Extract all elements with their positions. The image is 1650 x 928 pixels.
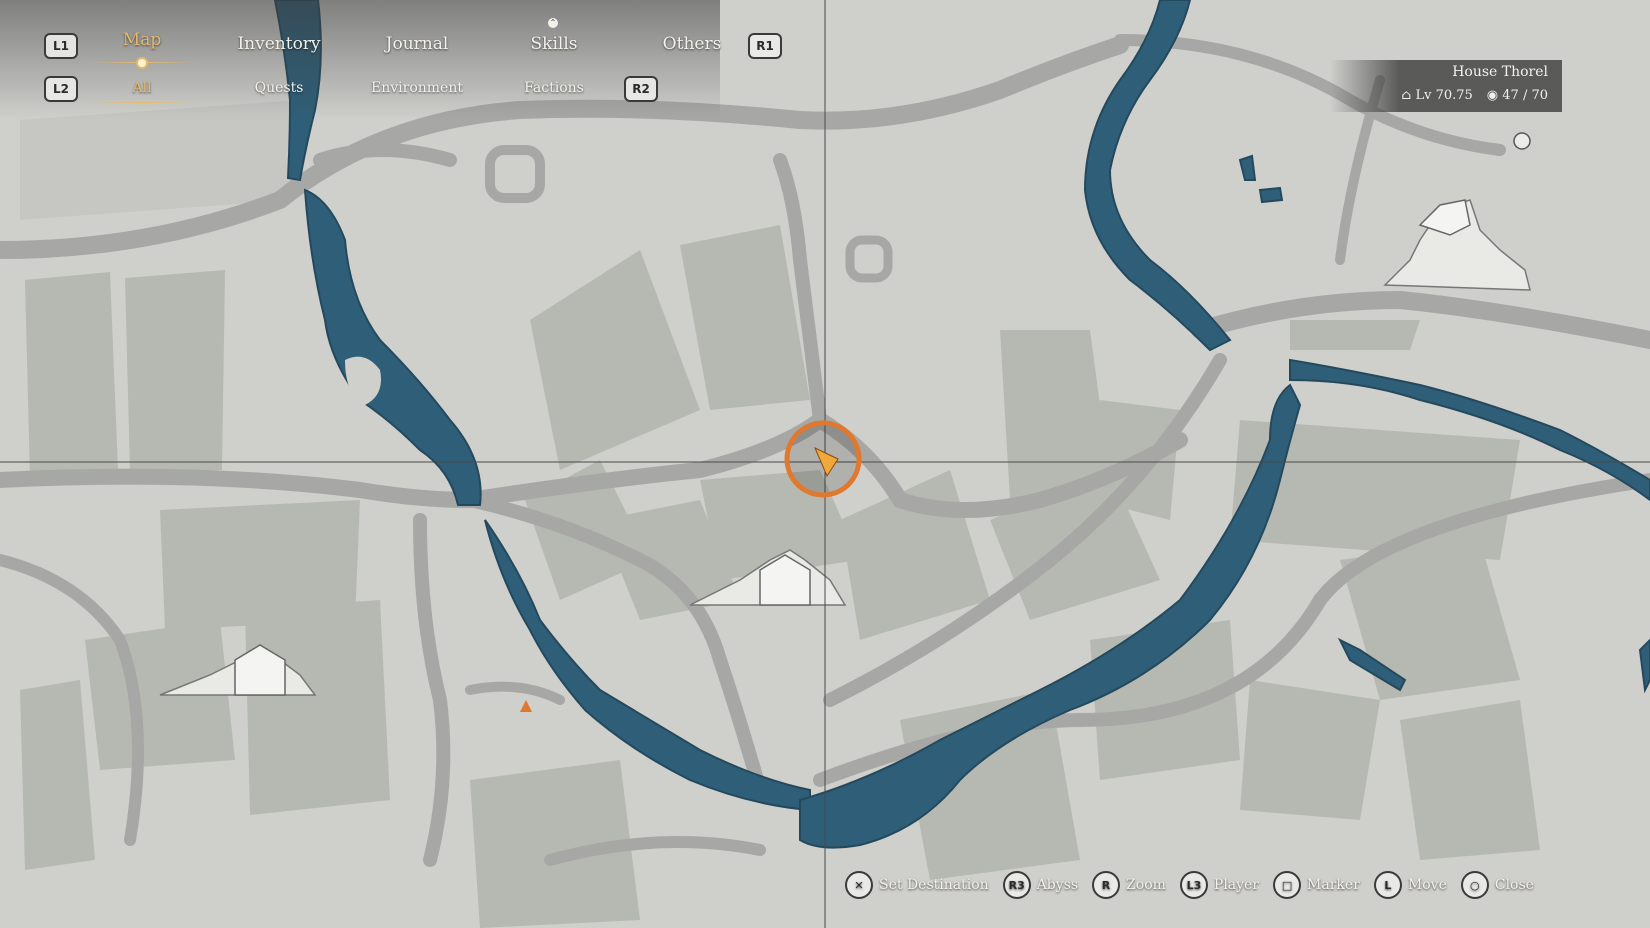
region-name: House Thorel (1452, 64, 1548, 80)
l2-button[interactable]: L2 (44, 76, 78, 102)
active-tab-indicator-icon (136, 57, 148, 69)
tab-inventory[interactable]: Inventory (237, 34, 320, 54)
left-stick-icon: L (1373, 871, 1402, 899)
level-label: Lv (1415, 88, 1432, 103)
progress-value: 47 / 70 (1502, 88, 1548, 103)
level-value: 70.75 (1435, 88, 1473, 103)
point-of-interest-icon[interactable] (1513, 132, 1531, 150)
tab-journal[interactable]: Journal (386, 34, 449, 54)
subtab-quests[interactable]: Quests (255, 80, 304, 96)
hint-label: Player (1213, 877, 1260, 893)
progress-icon: ◉ (1486, 88, 1499, 103)
control-hints-bar: ✕ Set Destination R3 Abyss R Zoom L3 Pla… (845, 870, 1534, 900)
hint-label: Move (1407, 877, 1447, 893)
hint-move[interactable]: L Move (1373, 871, 1447, 899)
world-map[interactable] (0, 0, 1650, 928)
hint-player[interactable]: L3 Player (1179, 871, 1260, 899)
r3-button-icon: R3 (1002, 871, 1031, 899)
hint-label: Abyss (1036, 877, 1079, 893)
r2-button[interactable]: R2 (624, 76, 658, 102)
region-stats: ⌂ Lv 70.75 ◉ 47 / 70 (1401, 88, 1548, 103)
subtab-all[interactable]: All (132, 80, 151, 96)
level-icon: ⌂ (1401, 88, 1412, 103)
notification-icon: ⌃ (548, 18, 558, 28)
tab-skills[interactable]: Skills (531, 34, 578, 54)
subtab-factions[interactable]: Factions (524, 80, 584, 96)
hint-label: Marker (1307, 877, 1360, 893)
subtab-environment[interactable]: Environment (371, 80, 463, 96)
player-marker-icon[interactable] (784, 420, 862, 498)
region-info-panel: House Thorel ⌂ Lv 70.75 ◉ 47 / 70 (1330, 60, 1562, 112)
hint-label: Close (1494, 877, 1534, 893)
hint-set-destination[interactable]: ✕ Set Destination (845, 871, 989, 899)
active-subtab-underline (88, 102, 198, 103)
hint-close[interactable]: ○ Close (1460, 871, 1534, 899)
right-stick-icon: R (1092, 871, 1121, 899)
square-button-icon: □ (1273, 871, 1302, 899)
cross-button-icon: ✕ (845, 871, 873, 899)
tab-others[interactable]: Others (663, 34, 722, 54)
tab-map[interactable]: Map (123, 30, 161, 50)
hint-label: Set Destination (879, 877, 989, 893)
l3-button-icon: L3 (1179, 871, 1208, 899)
r1-button[interactable]: R1 (748, 33, 782, 59)
region-level: ⌂ Lv 70.75 (1401, 88, 1472, 103)
hint-label: Zoom (1126, 877, 1166, 893)
hint-abyss[interactable]: R3 Abyss (1002, 871, 1079, 899)
hint-zoom[interactable]: R Zoom (1092, 871, 1166, 899)
l1-button[interactable]: L1 (44, 33, 78, 59)
region-progress: ◉ 47 / 70 (1487, 88, 1548, 103)
hint-marker[interactable]: □ Marker (1273, 871, 1360, 899)
circle-button-icon: ○ (1460, 871, 1489, 899)
